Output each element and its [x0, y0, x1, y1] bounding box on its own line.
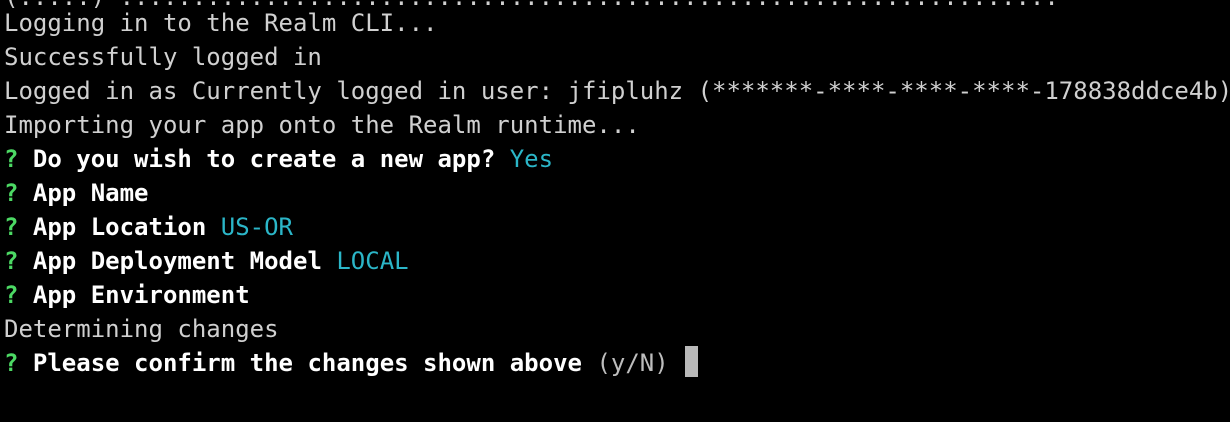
output-line-login: Logging in to the Realm CLI...: [4, 9, 438, 37]
question-deployment-model: ? App Deployment Model LOCAL: [4, 244, 1230, 278]
question-mark-icon: ?: [4, 213, 19, 241]
question-mark-icon: ?: [4, 349, 19, 377]
confirm-prompt-line[interactable]: ? Please confirm the changes shown above…: [4, 346, 1230, 380]
question-mark-icon: ?: [4, 281, 19, 309]
question-prompt: App Location: [32, 213, 207, 241]
question-create-app: ? Do you wish to create a new app? Yes: [4, 142, 1230, 176]
question-prompt: Do you wish to create a new app?: [32, 145, 496, 173]
question-prompt: App Name: [32, 179, 149, 207]
question-mark-icon: ?: [4, 145, 19, 173]
question-mark-icon: ?: [4, 247, 19, 275]
confirm-hint: (y/N): [596, 349, 669, 377]
question-app-environment: ? App Environment: [4, 278, 1230, 312]
question-prompt: App Environment: [32, 281, 250, 309]
output-line-importing: Importing your app onto the Realm runtim…: [4, 111, 640, 139]
status-line: Determining changes: [4, 315, 279, 343]
question-prompt: App Deployment Model: [32, 247, 322, 275]
terminal-output: Logging in to the Realm CLI... Successfu…: [4, 6, 1230, 380]
question-answer: US-OR: [220, 213, 293, 241]
question-mark-icon: ?: [4, 179, 19, 207]
output-line-user: Logged in as Currently logged in user: j…: [4, 77, 1230, 105]
confirm-prompt: Please confirm the changes shown above: [32, 349, 582, 377]
question-app-name: ? App Name: [4, 176, 1230, 210]
question-answer: Yes: [509, 145, 554, 173]
output-line-success: Successfully logged in: [4, 43, 322, 71]
cursor-block[interactable]: [685, 346, 699, 377]
question-answer: LOCAL: [336, 247, 409, 275]
question-app-location: ? App Location US-OR: [4, 210, 1230, 244]
terminal-window[interactable]: (.....) ................................…: [0, 0, 1230, 422]
